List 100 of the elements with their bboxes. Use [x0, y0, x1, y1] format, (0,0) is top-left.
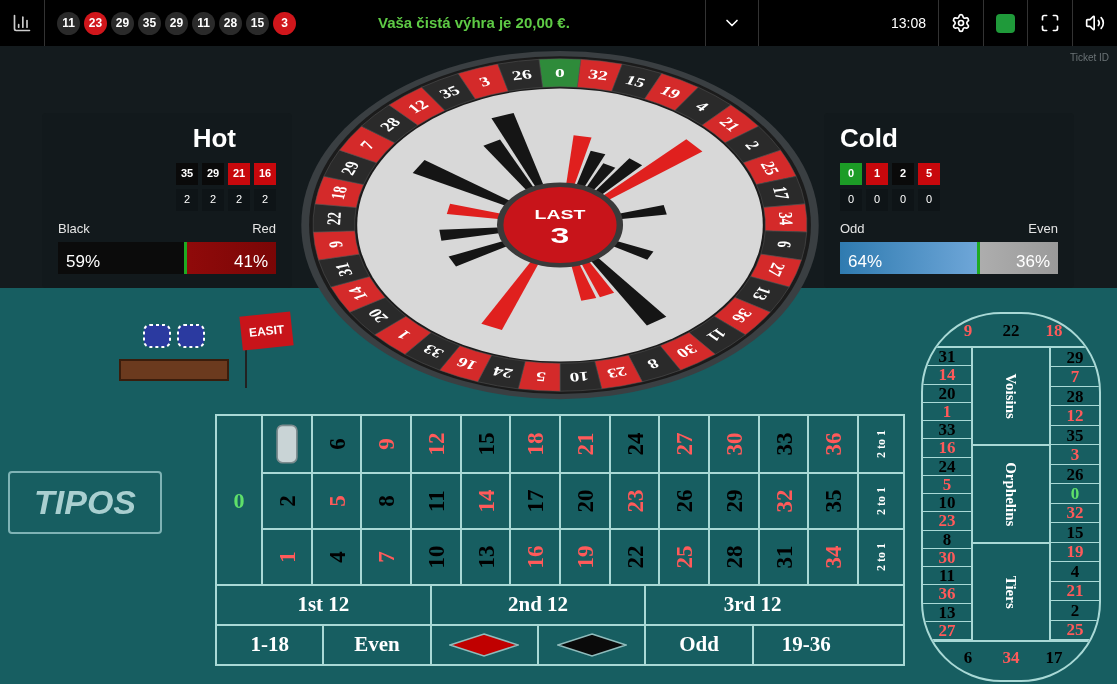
table-flag: EASIT [239, 311, 294, 351]
column-bet[interactable]: 2 to 1 [859, 474, 904, 528]
number-bet[interactable]: 34 [820, 545, 846, 569]
pocket-number: 29 [336, 159, 365, 178]
racetrack-number[interactable]: 24 [938, 456, 956, 476]
racetrack-number[interactable]: 29 [1066, 347, 1084, 367]
number-bet[interactable]: 4 [324, 551, 349, 563]
section-bet[interactable]: Orphelins [973, 444, 1049, 542]
racetrack-number[interactable]: 2 [1070, 600, 1080, 620]
number-bet[interactable]: 29 [721, 489, 747, 513]
number-bet[interactable]: 17 [522, 489, 548, 513]
dozen-bet[interactable]: 2nd 12 [429, 586, 645, 624]
racetrack-number[interactable]: 8 [942, 529, 952, 549]
racetrack-number[interactable]: 30 [938, 547, 956, 567]
racetrack-number[interactable]: 17 [1045, 647, 1063, 667]
outside-bet[interactable]: 1-18 [217, 626, 323, 664]
clock-time: 13:08 [889, 13, 927, 33]
volume-icon [1085, 13, 1105, 33]
racetrack-number[interactable]: 35 [1066, 425, 1084, 445]
racetrack-number[interactable]: 18 [1045, 320, 1063, 340]
number-bet[interactable]: 2 [274, 495, 300, 507]
pocket-number: 11 [702, 325, 731, 345]
dozen-bet[interactable]: 1st 12 [217, 586, 430, 624]
number-bet[interactable]: 6 [324, 438, 349, 450]
racetrack-number[interactable]: 6 [964, 647, 973, 667]
number-bet[interactable]: 11 [423, 490, 449, 512]
number-bet[interactable]: 12 [423, 432, 449, 456]
racetrack-number[interactable]: 5 [942, 474, 952, 494]
racetrack-number[interactable]: 34 [1002, 647, 1020, 667]
racetrack-number[interactable]: 25 [1066, 620, 1084, 640]
racetrack-number[interactable]: 28 [1066, 386, 1084, 406]
number-bet[interactable]: 10 [423, 545, 449, 569]
racetrack-number[interactable]: 20 [938, 383, 956, 403]
racetrack-number[interactable]: 21 [1066, 581, 1084, 601]
number-bet[interactable]: 8 [373, 495, 399, 507]
number-bet[interactable]: 30 [721, 432, 747, 456]
racetrack-number[interactable]: 10 [938, 493, 956, 513]
racetrack-number[interactable]: 7 [1070, 367, 1080, 387]
number-bet[interactable]: 31 [771, 545, 797, 569]
number-tile: 2 [892, 162, 914, 185]
number-bet[interactable]: 32 [771, 489, 797, 513]
count-tile: 2 [228, 188, 250, 211]
number-bet[interactable]: 21 [572, 432, 598, 456]
number-bet[interactable]: 14 [473, 489, 498, 513]
racetrack-number[interactable]: 19 [1066, 542, 1084, 562]
number-bet[interactable]: 9 [373, 438, 399, 450]
number-bet[interactable]: 28 [721, 545, 747, 569]
number-bet[interactable]: 33 [771, 432, 797, 456]
racetrack-number[interactable]: 1 [942, 401, 952, 421]
racetrack-number[interactable]: 0 [1070, 484, 1080, 503]
number-bet[interactable]: 24 [622, 432, 648, 456]
pocket-number: 33 [419, 341, 448, 362]
racetrack-number[interactable]: 15 [1066, 522, 1084, 542]
racetrack-number[interactable]: 12 [1066, 406, 1084, 426]
number-bet[interactable]: 26 [671, 489, 697, 513]
outside-bet[interactable]: 19-36 [751, 626, 859, 664]
pocket-number: 26 [510, 66, 534, 84]
racetrack-number[interactable]: 31 [938, 347, 956, 367]
number-bet[interactable]: 27 [671, 432, 697, 456]
zero-bet[interactable]: 0 [233, 487, 245, 513]
racetrack-number[interactable]: 14 [938, 365, 956, 385]
racetrack-number[interactable]: 23 [938, 511, 956, 531]
racetrack-number[interactable]: 36 [938, 584, 956, 604]
racetrack-number[interactable]: 9 [964, 320, 973, 340]
pocket-number: 7 [355, 138, 380, 152]
number-bet[interactable]: 16 [522, 545, 548, 569]
column-bet[interactable]: 2 to 1 [859, 530, 904, 584]
number-bet[interactable]: 13 [473, 545, 498, 569]
number-bet[interactable]: 15 [473, 432, 498, 456]
racetrack-number[interactable]: 3 [1070, 445, 1080, 465]
column-bet[interactable]: 2 to 1 [859, 416, 904, 472]
number-bet[interactable]: 22 [622, 545, 648, 569]
section-bet[interactable]: Voisins [973, 348, 1049, 444]
section-bet[interactable]: Tiers [973, 542, 1049, 640]
history-number: 29 [111, 11, 134, 35]
number-bet[interactable]: 5 [324, 495, 349, 507]
outside-bet[interactable]: Odd [644, 626, 752, 664]
racetrack-number[interactable]: 32 [1066, 503, 1084, 523]
frequency-bar [619, 204, 667, 219]
history-number: 15 [246, 11, 269, 35]
number-bet[interactable]: 35 [820, 489, 846, 513]
number-bet[interactable]: 1 [274, 551, 300, 563]
number-bet[interactable]: 20 [572, 489, 598, 513]
racetrack-number[interactable]: 22 [1002, 320, 1020, 340]
racetrack-number[interactable]: 27 [938, 620, 956, 640]
number-bet[interactable]: 25 [671, 545, 697, 569]
racetrack-number[interactable]: 13 [938, 602, 956, 622]
number-bet[interactable]: 23 [622, 489, 648, 513]
racetrack-number[interactable]: 33 [938, 420, 956, 440]
outside-bet[interactable]: Even [322, 626, 430, 664]
racetrack-number[interactable]: 4 [1070, 561, 1080, 581]
racetrack-number[interactable]: 26 [1066, 464, 1084, 484]
number-bet[interactable]: 19 [572, 545, 598, 569]
number-bet[interactable]: 18 [522, 432, 548, 456]
history-number: 29 [165, 11, 188, 35]
racetrack-number[interactable]: 16 [938, 438, 956, 458]
number-bet[interactable]: 7 [373, 551, 399, 563]
dozen-bet[interactable]: 3rd 12 [644, 586, 859, 624]
number-bet[interactable]: 36 [820, 432, 846, 456]
racetrack-number[interactable]: 11 [938, 566, 956, 586]
